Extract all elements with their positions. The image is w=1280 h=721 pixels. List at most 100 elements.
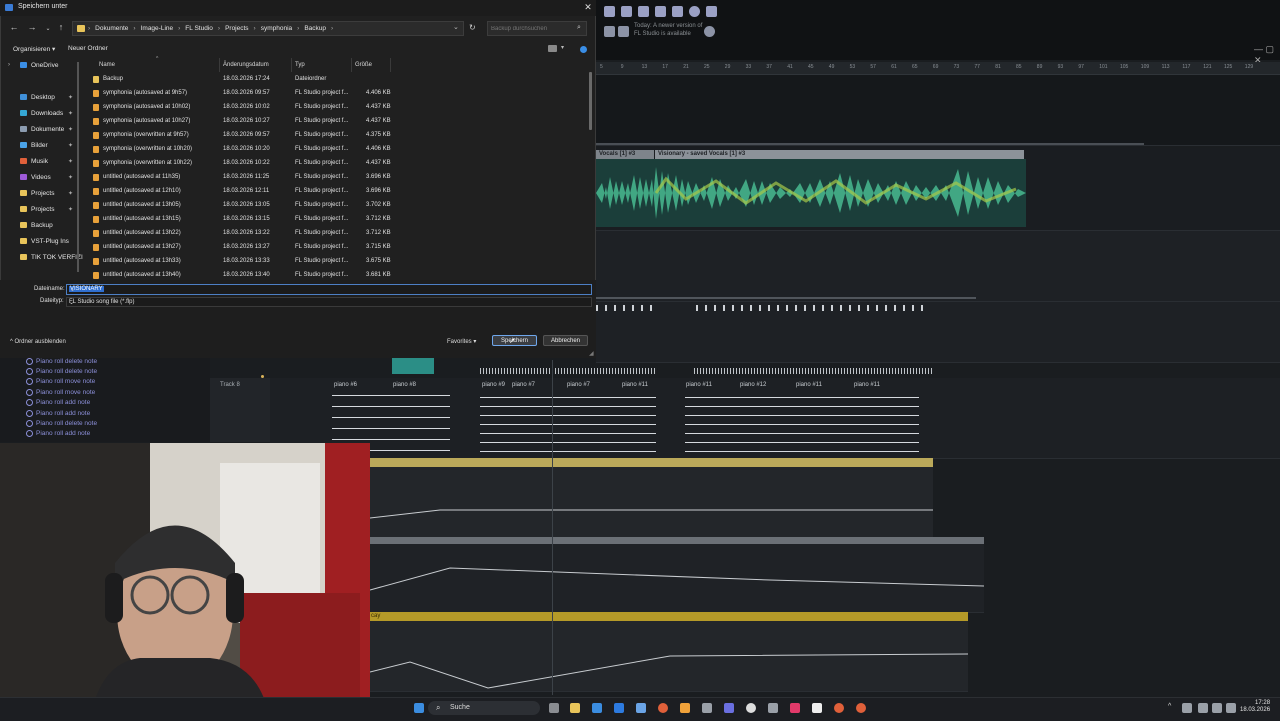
history-item[interactable]: Piano roll delete note: [26, 420, 97, 427]
pattern-clip[interactable]: [685, 390, 919, 456]
settings-icon[interactable]: [702, 703, 712, 713]
tray-icon[interactable]: [1198, 703, 1208, 713]
help-icon[interactable]: [580, 46, 587, 53]
breadcrumb-item[interactable]: symphonia: [261, 25, 292, 32]
file-row[interactable]: untitled (autosaved at 13h15) 18.03.2026 …: [90, 213, 588, 227]
filetype-select[interactable]: FL Studio song file (*.flp) ⌄: [66, 297, 592, 307]
taskbar-search[interactable]: ⌕ Suche: [428, 701, 540, 715]
dialog-titlebar[interactable]: Speichern unter: [0, 0, 596, 16]
file-row[interactable]: untitled (autosaved at 13h22) 18.03.2026 …: [90, 227, 588, 241]
plugin-icon[interactable]: [706, 6, 717, 17]
track-lane[interactable]: [596, 302, 1280, 363]
history-item[interactable]: Piano roll move note: [26, 378, 95, 385]
pin-icon[interactable]: ✦: [68, 206, 73, 213]
tree-item-backup[interactable]: Backup: [20, 222, 53, 229]
file-row[interactable]: untitled (autosaved at 12h10) 18.03.2026 …: [90, 185, 588, 199]
view-icon[interactable]: [548, 45, 557, 52]
file-row[interactable]: untitled (autosaved at 13h27) 18.03.2026 …: [90, 241, 588, 255]
address-bar[interactable]: › Dokumente › Image-Line › FL Studio › Proj…: [72, 21, 464, 36]
edge-icon[interactable]: [614, 703, 624, 713]
tree-item-vst[interactable]: VST-Plug Ins: [20, 238, 69, 245]
file-row[interactable]: symphonia (autosaved at 10h02) 18.03.2026…: [90, 101, 588, 115]
tree-item-projects[interactable]: Projects: [20, 190, 54, 197]
pattern-clip[interactable]: [480, 390, 656, 456]
search-input[interactable]: [491, 24, 571, 34]
breadcrumb-item[interactable]: Image-Line: [141, 25, 174, 32]
tree-item-downloads[interactable]: Downloads: [20, 110, 63, 117]
update-icon[interactable]: [704, 26, 715, 37]
chevron-down-icon[interactable]: ⌄: [453, 23, 459, 31]
piano-icon[interactable]: [672, 6, 683, 17]
cancel-button[interactable]: Abbrechen: [543, 335, 588, 346]
chevron-down-icon[interactable]: ⌄: [69, 299, 589, 306]
history-item[interactable]: Piano roll add note: [26, 410, 90, 417]
track-header[interactable]: [210, 378, 270, 442]
file-row[interactable]: symphonia (overwritten at 10h20) 18.03.20…: [90, 143, 588, 157]
history-item[interactable]: Piano roll add note: [26, 399, 90, 406]
tree-item-onedrive[interactable]: OneDrive: [20, 62, 58, 69]
pin-icon[interactable]: ✦: [68, 142, 73, 149]
column-header-type[interactable]: Typ: [295, 62, 305, 68]
chrome-icon[interactable]: [856, 703, 866, 713]
arrow-icon[interactable]: [604, 26, 615, 37]
refresh-icon[interactable]: ↻: [469, 23, 476, 32]
audio-clip-header[interactable]: Vocals [1] #3: [596, 150, 654, 159]
media-player-icon[interactable]: [746, 703, 756, 713]
column-header-size[interactable]: Größe: [355, 62, 372, 68]
automation-clip-header[interactable]: [370, 612, 968, 621]
task-view-icon[interactable]: [549, 703, 559, 713]
file-row[interactable]: symphonia (overwritten at 9h57) 18.03.202…: [90, 129, 588, 143]
pin-icon[interactable]: ✦: [68, 126, 73, 133]
mixer-icon[interactable]: [655, 6, 666, 17]
app-icon[interactable]: [636, 703, 646, 713]
pin-icon[interactable]: ✦: [68, 110, 73, 117]
forward-icon[interactable]: →: [26, 22, 38, 32]
clock[interactable]: 17:28 18.03.2026: [1240, 700, 1270, 714]
tree-item-tiktok[interactable]: TIK TOK VERFIZI: [20, 254, 83, 261]
chevron-down-icon[interactable]: ⌄: [69, 286, 589, 293]
tree-item-videos[interactable]: Videos: [20, 174, 51, 181]
audio-clip-header[interactable]: Visionary - saved Vocals [1] #3: [655, 150, 1024, 159]
breadcrumb-item[interactable]: FL Studio: [185, 25, 213, 32]
file-row[interactable]: symphonia (autosaved at 10h27) 18.03.2026…: [90, 115, 588, 129]
resize-grip-icon[interactable]: ◢: [589, 350, 594, 357]
back-icon[interactable]: ←: [8, 22, 20, 32]
wifi-icon[interactable]: [1212, 703, 1222, 713]
file-row[interactable]: symphonia (overwritten at 10h22) 18.03.20…: [90, 157, 588, 171]
automation-clip-header[interactable]: [370, 537, 984, 544]
capcut-icon[interactable]: [812, 703, 822, 713]
fl-studio-icon[interactable]: [680, 703, 690, 713]
file-row[interactable]: symphonia (autosaved at 9h57) 18.03.2026 …: [90, 87, 588, 101]
favorites-dropdown[interactable]: Favorites ▾: [447, 338, 476, 345]
breadcrumb-item[interactable]: Dokumente: [95, 25, 128, 32]
chevron-right-icon[interactable]: ›: [8, 62, 10, 68]
file-row[interactable]: untitled (autosaved at 11h35) 18.03.2026 …: [90, 171, 588, 185]
info-icon[interactable]: [689, 6, 700, 17]
filename-field[interactable]: VISIONARY ⌄: [66, 284, 592, 295]
chevron-down-icon[interactable]: ▾: [561, 44, 564, 51]
microphone-icon[interactable]: [621, 6, 632, 17]
breadcrumb-item[interactable]: Projects: [225, 25, 248, 32]
tray-chevron-icon[interactable]: ^: [1168, 703, 1171, 710]
obs-icon[interactable]: [768, 703, 778, 713]
tree-item-bilder[interactable]: Bilder: [20, 142, 48, 149]
audio-waveform[interactable]: [596, 159, 1026, 227]
tree-item-desktop[interactable]: Desktop: [20, 94, 55, 101]
pin-icon[interactable]: ✦: [68, 94, 73, 101]
cut-icon[interactable]: [604, 6, 615, 17]
download-icon[interactable]: [638, 6, 649, 17]
tree-item-dokumente[interactable]: Dokumente: [20, 126, 64, 133]
search-field[interactable]: ⌕: [487, 21, 587, 36]
tree-item-projects[interactable]: Projects: [20, 206, 54, 213]
store-icon[interactable]: [592, 703, 602, 713]
column-divider[interactable]: [390, 58, 391, 72]
tree-item-musik[interactable]: Musik: [20, 158, 48, 165]
pattern-clip[interactable]: [392, 358, 434, 374]
column-divider[interactable]: [219, 58, 220, 72]
chrome-icon[interactable]: [658, 703, 668, 713]
file-row[interactable]: untitled (autosaved at 13h05) 18.03.2026 …: [90, 199, 588, 213]
history-item[interactable]: Piano roll delete note: [26, 358, 97, 365]
discord-icon[interactable]: [724, 703, 734, 713]
track-led-icon[interactable]: [261, 375, 264, 378]
hide-folders-toggle[interactable]: ^ Ordner ausblenden: [10, 339, 66, 345]
